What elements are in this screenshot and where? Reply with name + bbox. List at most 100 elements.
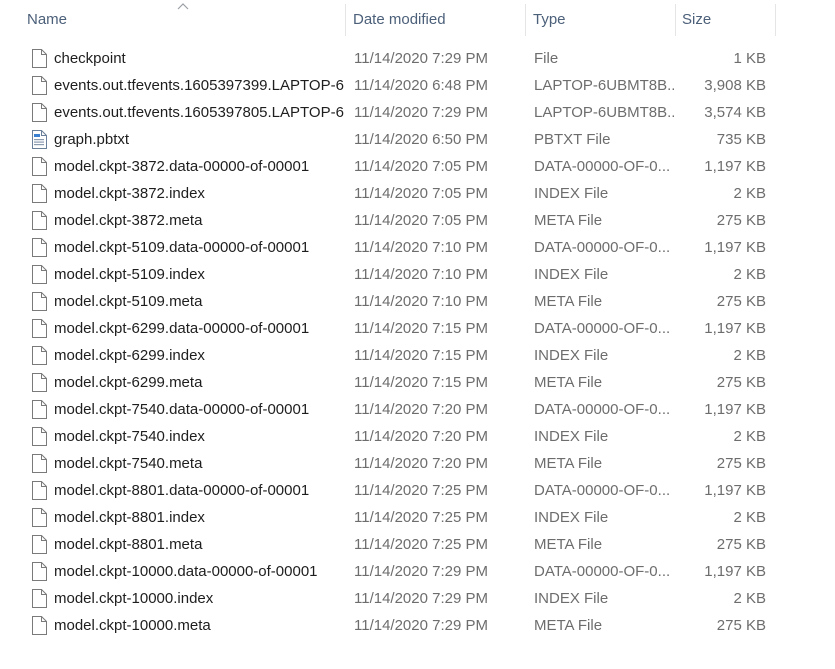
file-name: model.ckpt-5109.meta bbox=[54, 293, 203, 310]
file-row[interactable]: model.ckpt-3872.meta 11/14/2020 7:05 PM ME… bbox=[0, 207, 776, 234]
generic-file-icon bbox=[31, 562, 47, 581]
column-divider[interactable] bbox=[675, 4, 676, 36]
file-date-modified: 11/14/2020 7:25 PM bbox=[354, 536, 488, 553]
file-type: INDEX File bbox=[534, 347, 609, 364]
generic-file-icon bbox=[31, 346, 47, 365]
file-row[interactable]: model.ckpt-8801.index 11/14/2020 7:25 PM I… bbox=[0, 504, 776, 531]
file-name: model.ckpt-6299.meta bbox=[54, 374, 203, 391]
file-name: events.out.tfevents.1605397805.LAPTOP-6.… bbox=[54, 104, 344, 121]
file-size: 3,574 KB bbox=[704, 104, 766, 121]
file-row[interactable]: model.ckpt-6299.index 11/14/2020 7:15 PM I… bbox=[0, 342, 776, 369]
file-type: DATA-00000-OF-0... bbox=[534, 239, 671, 256]
file-row[interactable]: model.ckpt-3872.data-00000-of-00001 11/14… bbox=[0, 153, 776, 180]
file-type: LAPTOP-6UBMT8B... bbox=[534, 77, 674, 94]
file-row[interactable]: checkpoint 11/14/2020 7:29 PM File 1 KB bbox=[0, 45, 776, 72]
file-size: 735 KB bbox=[716, 131, 766, 148]
file-name: model.ckpt-10000.index bbox=[54, 590, 214, 607]
file-date-modified: 11/14/2020 7:29 PM bbox=[354, 104, 488, 121]
file-date-modified: 11/14/2020 7:20 PM bbox=[354, 428, 488, 445]
file-type: META File bbox=[534, 212, 603, 229]
file-row[interactable]: model.ckpt-5109.data-00000-of-00001 11/14… bbox=[0, 234, 776, 261]
file-row[interactable]: model.ckpt-6299.meta 11/14/2020 7:15 PM ME… bbox=[0, 369, 776, 396]
file-type: DATA-00000-OF-0... bbox=[534, 401, 671, 418]
file-type: DATA-00000-OF-0... bbox=[534, 158, 671, 175]
file-row[interactable]: events.out.tfevents.1605397805.LAPTOP-6.… bbox=[0, 99, 776, 126]
column-header-size[interactable]: Size bbox=[682, 0, 774, 40]
file-type: INDEX File bbox=[534, 185, 609, 202]
file-size: 2 KB bbox=[733, 590, 766, 607]
file-size: 1,197 KB bbox=[704, 158, 766, 175]
column-header-name[interactable]: Name bbox=[27, 0, 343, 40]
file-size: 1,197 KB bbox=[704, 320, 766, 337]
file-date-modified: 11/14/2020 7:15 PM bbox=[354, 347, 488, 364]
file-type: DATA-00000-OF-0... bbox=[534, 320, 671, 337]
file-size: 1,197 KB bbox=[704, 401, 766, 418]
generic-file-icon bbox=[31, 238, 47, 257]
file-row[interactable]: model.ckpt-8801.data-00000-of-00001 11/14… bbox=[0, 477, 776, 504]
file-name: events.out.tfevents.1605397399.LAPTOP-6.… bbox=[54, 77, 344, 94]
file-date-modified: 11/14/2020 7:29 PM bbox=[354, 50, 488, 67]
file-type: DATA-00000-OF-0... bbox=[534, 482, 671, 499]
column-header-bar: Name Date modified Type Size bbox=[0, 0, 776, 40]
file-type: DATA-00000-OF-0... bbox=[534, 563, 671, 580]
file-size: 275 KB bbox=[716, 374, 766, 391]
file-size: 1,197 KB bbox=[704, 482, 766, 499]
file-name: model.ckpt-7540.data-00000-of-00001 bbox=[54, 401, 310, 418]
file-explorer-details-view: Name Date modified Type Size checkpoint 1… bbox=[0, 0, 835, 669]
file-name: model.ckpt-8801.index bbox=[54, 509, 205, 526]
file-date-modified: 11/14/2020 6:50 PM bbox=[354, 131, 488, 148]
file-list: checkpoint 11/14/2020 7:29 PM File 1 KB even… bbox=[0, 45, 776, 639]
file-name: model.ckpt-7540.meta bbox=[54, 455, 203, 472]
file-row[interactable]: model.ckpt-7540.index 11/14/2020 7:20 PM I… bbox=[0, 423, 776, 450]
file-date-modified: 11/14/2020 7:29 PM bbox=[354, 590, 488, 607]
file-type: META File bbox=[534, 374, 603, 391]
generic-file-icon bbox=[31, 400, 47, 419]
column-header-date-modified[interactable]: Date modified bbox=[353, 0, 523, 40]
file-row[interactable]: model.ckpt-10000.data-00000-of-00001 11/1… bbox=[0, 558, 776, 585]
file-date-modified: 11/14/2020 7:10 PM bbox=[354, 239, 488, 256]
file-row[interactable]: model.ckpt-5109.index 11/14/2020 7:10 PM I… bbox=[0, 261, 776, 288]
generic-file-icon bbox=[31, 184, 47, 203]
generic-file-icon bbox=[31, 292, 47, 311]
generic-file-icon bbox=[31, 589, 47, 608]
generic-file-icon bbox=[31, 319, 47, 338]
file-row[interactable]: graph.pbtxt 11/14/2020 6:50 PM PBTXT File 7… bbox=[0, 126, 776, 153]
file-date-modified: 11/14/2020 7:05 PM bbox=[354, 158, 488, 175]
file-size: 2 KB bbox=[733, 266, 766, 283]
file-row[interactable]: model.ckpt-5109.meta 11/14/2020 7:10 PM ME… bbox=[0, 288, 776, 315]
file-row[interactable]: model.ckpt-10000.meta 11/14/2020 7:29 PM M… bbox=[0, 612, 776, 639]
file-size: 2 KB bbox=[733, 428, 766, 445]
file-name: model.ckpt-6299.index bbox=[54, 347, 205, 364]
file-date-modified: 11/14/2020 7:10 PM bbox=[354, 293, 488, 310]
file-name: model.ckpt-7540.index bbox=[54, 428, 205, 445]
generic-file-icon bbox=[31, 427, 47, 446]
generic-file-icon bbox=[31, 616, 47, 635]
file-type: File bbox=[534, 50, 559, 67]
file-date-modified: 11/14/2020 7:29 PM bbox=[354, 617, 488, 634]
file-row[interactable]: model.ckpt-10000.index 11/14/2020 7:29 PM… bbox=[0, 585, 776, 612]
file-type: META File bbox=[534, 617, 603, 634]
file-date-modified: 11/14/2020 6:48 PM bbox=[354, 77, 488, 94]
file-row[interactable]: model.ckpt-3872.index 11/14/2020 7:05 PM I… bbox=[0, 180, 776, 207]
file-name: model.ckpt-6299.data-00000-of-00001 bbox=[54, 320, 310, 337]
file-row[interactable]: events.out.tfevents.1605397399.LAPTOP-6.… bbox=[0, 72, 776, 99]
file-size: 2 KB bbox=[733, 347, 766, 364]
file-size: 1,197 KB bbox=[704, 239, 766, 256]
file-row[interactable]: model.ckpt-7540.meta 11/14/2020 7:20 PM ME… bbox=[0, 450, 776, 477]
file-name: model.ckpt-8801.meta bbox=[54, 536, 203, 553]
file-row[interactable]: model.ckpt-6299.data-00000-of-00001 11/14… bbox=[0, 315, 776, 342]
column-header-type[interactable]: Type bbox=[533, 0, 673, 40]
file-size: 1 KB bbox=[733, 50, 766, 67]
file-type: INDEX File bbox=[534, 428, 609, 445]
column-divider[interactable] bbox=[775, 4, 776, 36]
file-date-modified: 11/14/2020 7:25 PM bbox=[354, 482, 488, 499]
column-divider[interactable] bbox=[345, 4, 346, 36]
file-size: 275 KB bbox=[716, 455, 766, 472]
generic-file-icon bbox=[31, 265, 47, 284]
column-divider[interactable] bbox=[525, 4, 526, 36]
file-row[interactable]: model.ckpt-8801.meta 11/14/2020 7:25 PM ME… bbox=[0, 531, 776, 558]
generic-file-icon bbox=[31, 49, 47, 68]
file-size: 2 KB bbox=[733, 185, 766, 202]
generic-file-icon bbox=[31, 535, 47, 554]
file-row[interactable]: model.ckpt-7540.data-00000-of-00001 11/14… bbox=[0, 396, 776, 423]
